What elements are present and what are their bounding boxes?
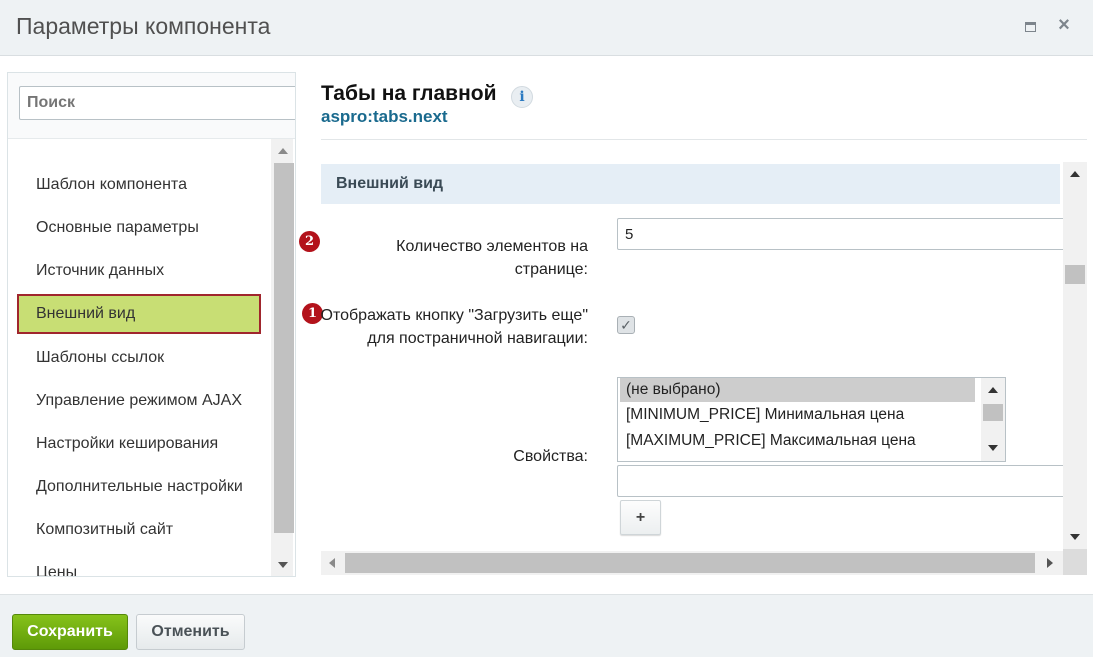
maximize-icon[interactable]	[1021, 18, 1039, 36]
properties-label: Свойства:	[513, 448, 588, 465]
sidebar-item-caching[interactable]: Настройки кеширования	[17, 424, 261, 464]
sidebar-item-prices[interactable]: Цены	[17, 553, 261, 576]
property-extra-input[interactable]	[617, 465, 1067, 497]
sidebar: Шаблон компонента Основные параметры Ист…	[7, 72, 296, 577]
load-more-checkbox[interactable]: ✓	[617, 316, 635, 334]
content-horizontal-scrollbar[interactable]	[321, 551, 1063, 575]
info-icon[interactable]: i	[511, 86, 533, 108]
scrollbar-thumb[interactable]	[274, 163, 294, 533]
checkmark-icon: ✓	[620, 316, 632, 333]
divider	[321, 139, 1087, 140]
sidebar-item-template[interactable]: Шаблон компонента	[17, 165, 261, 205]
dialog-header: Параметры компонента ×	[0, 0, 1093, 56]
sidebar-item-appearance[interactable]: Внешний вид	[17, 294, 261, 334]
listbox-scrollbar[interactable]	[981, 378, 1005, 461]
scroll-down-icon[interactable]	[278, 562, 288, 568]
cancel-button[interactable]: Отменить	[136, 614, 245, 650]
scrollbar-thumb[interactable]	[345, 553, 1035, 573]
scrollbar-corner	[1063, 549, 1087, 575]
scroll-up-icon[interactable]	[1070, 171, 1080, 177]
scroll-left-icon[interactable]	[329, 558, 335, 568]
content-vertical-scrollbar[interactable]	[1063, 162, 1087, 549]
listbox-option[interactable]: (не выбрано)	[620, 378, 975, 402]
page-count-input[interactable]	[617, 218, 1067, 250]
sidebar-item-data-source[interactable]: Источник данных	[17, 251, 261, 291]
section-title: Внешний вид	[321, 164, 1060, 204]
search-input[interactable]	[19, 86, 295, 120]
step-badge-2: 2	[299, 231, 320, 252]
scroll-up-icon[interactable]	[988, 387, 998, 393]
properties-listbox[interactable]: (не выбрано) [MINIMUM_PRICE] Минимальная…	[617, 377, 1006, 462]
dialog-footer: Сохранить Отменить	[0, 594, 1093, 657]
scroll-right-icon[interactable]	[1047, 558, 1053, 568]
sidebar-item-composite[interactable]: Композитный сайт	[17, 510, 261, 550]
listbox-option[interactable]: [MINIMUM_PRICE] Минимальная цена	[620, 403, 975, 427]
add-property-button[interactable]: +	[620, 500, 661, 535]
component-code: aspro:tabs.next	[321, 107, 448, 126]
sidebar-item-additional[interactable]: Дополнительные настройки	[17, 467, 261, 507]
page-count-label: Количество элементов на странице:	[396, 238, 588, 278]
dialog-title: Параметры компонента	[16, 13, 271, 39]
scroll-down-icon[interactable]	[1070, 534, 1080, 540]
load-more-label-line2: для постраничной навигации:	[367, 330, 588, 347]
scrollbar-thumb[interactable]	[983, 404, 1003, 421]
scroll-down-icon[interactable]	[988, 445, 998, 451]
scrollbar-thumb[interactable]	[1065, 265, 1085, 284]
load-more-label-line1: Отображать кнопку "Загрузить еще"	[320, 307, 588, 324]
sidebar-item-link-templates[interactable]: Шаблоны ссылок	[17, 338, 261, 378]
sidebar-item-main-params[interactable]: Основные параметры	[17, 208, 261, 248]
save-button[interactable]: Сохранить	[12, 614, 128, 650]
sidebar-search-area	[8, 73, 295, 139]
scroll-up-icon[interactable]	[278, 148, 288, 154]
sidebar-scrollbar[interactable]	[271, 139, 294, 576]
close-icon[interactable]: ×	[1055, 14, 1073, 36]
listbox-option[interactable]: [MAXIMUM_PRICE] Максимальная цена	[620, 429, 975, 453]
component-title: Табы на главной	[321, 82, 497, 105]
sidebar-item-ajax[interactable]: Управление режимом AJAX	[17, 381, 261, 421]
